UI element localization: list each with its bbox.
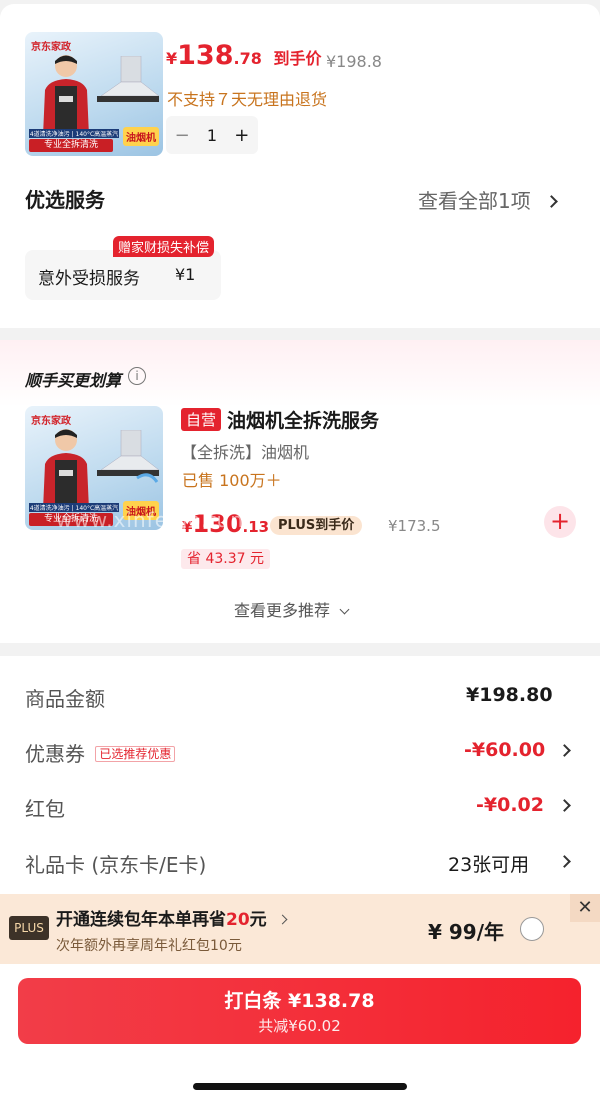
bundle-title: 顺手买更划算	[25, 371, 122, 390]
bundle-name: 油烟机全拆洗服务	[227, 410, 380, 432]
plus-title-num: 20	[226, 910, 250, 930]
pay-sub: 共减¥60.02	[258, 1017, 341, 1035]
plus-title-pre: 开通连续包年本单再省	[56, 910, 226, 930]
product-image[interactable]: 京东家政 4道清洗净油污 | 140°C高温蒸汽 专业全拆清洗 油烟机	[25, 32, 163, 156]
coupon-tag: 已选推荐优惠	[95, 746, 176, 762]
coupon-row[interactable]: 优惠券 已选推荐优惠	[25, 738, 176, 767]
bundle-name-row[interactable]: 自营 油烟机全拆洗服务	[181, 406, 379, 433]
bundle-original-price: ¥173.5	[388, 517, 441, 535]
currency-symbol: ¥	[166, 49, 178, 68]
quantity-value[interactable]: 1	[207, 126, 217, 145]
bundle-subtitle: 【全拆洗】油烟机	[181, 443, 310, 462]
plus-select-radio[interactable]	[520, 917, 544, 941]
worker-illustration	[43, 429, 89, 510]
save-amount: 省 43.37 元	[181, 549, 270, 569]
bundle-image-brand: 京东家政	[31, 416, 71, 427]
plus-title: 开通连续包年本单再省20元	[56, 905, 288, 930]
redpack-value: -¥0.02	[476, 794, 544, 816]
coupon-value: -¥60.00	[464, 739, 546, 761]
plus-subtitle: 次年额外再享周年礼红包10元	[56, 938, 242, 954]
price-note: 到手价	[273, 49, 322, 68]
minus-button[interactable]: −	[175, 125, 190, 146]
pay-button[interactable]: 打白条 ¥138.78 共减¥60.02	[18, 978, 581, 1044]
save-row: 省 43.37 元	[181, 548, 270, 569]
worker-illustration	[43, 55, 89, 136]
view-all-label: 查看全部1项	[418, 189, 531, 213]
chevron-right-icon	[277, 914, 288, 925]
quantity-stepper: − 1 +	[166, 116, 258, 154]
bundle-price-decimal: .13	[242, 518, 270, 536]
service-badge: 赠家财损失补偿	[113, 236, 215, 257]
giftcard-label: 礼品卡 (京东卡/E卡)	[25, 853, 207, 877]
view-all-services-link[interactable]: 查看全部1项	[418, 185, 558, 214]
plus-price: ¥ 99/年	[428, 920, 505, 944]
bundle-sold: 已售 100万＋	[182, 471, 282, 490]
range-hood-illustration	[97, 56, 159, 102]
watermark: www.xinfeigo.fun	[56, 508, 244, 532]
service-item-price: ¥1	[175, 265, 196, 284]
pay-label: 打白条 ¥138.78	[224, 990, 375, 1012]
plus-logo: PLUS	[9, 916, 49, 940]
close-icon[interactable]: ✕	[570, 894, 600, 922]
product-price: ¥138.78 到手价	[166, 40, 321, 71]
service-item-name: 意外受损服务	[38, 269, 140, 289]
view-more-recommend[interactable]: 查看更多推荐	[234, 597, 350, 621]
price-integer: 138	[177, 40, 234, 71]
price-decimal: .78	[233, 49, 262, 68]
return-note: 不支持７天无理由退货	[167, 90, 328, 109]
image-tiny-text: 4道清洗净油污 | 140°C高温蒸汽	[29, 129, 119, 138]
plus-price-badge: PLUS到手价	[270, 514, 363, 535]
chevron-right-icon	[545, 195, 558, 208]
chevron-down-icon	[339, 604, 350, 615]
plus-button[interactable]: +	[234, 125, 249, 146]
image-brand: 京东家政	[31, 42, 71, 53]
add-bundle-button[interactable]: +	[544, 506, 576, 538]
image-tag: 油烟机	[123, 127, 159, 146]
giftcard-value: 23张可用	[448, 854, 530, 876]
redpack-label: 红包	[25, 797, 65, 821]
service-title: 优选服务	[25, 188, 105, 212]
info-icon[interactable]: i	[128, 367, 146, 385]
goods-amount-value: ¥198.80	[466, 684, 553, 706]
image-strip: 专业全拆清洗	[29, 139, 113, 152]
plus-price-label: PLUS到手价	[270, 516, 363, 535]
service-option-accident[interactable]: 意外受损服务 ¥1	[25, 250, 221, 300]
plus-title-post: 元	[249, 910, 267, 930]
coupon-label: 优惠券	[25, 742, 85, 766]
range-hood-illustration	[97, 430, 159, 483]
view-more-label: 查看更多推荐	[234, 601, 331, 620]
self-operated-tag: 自营	[181, 408, 222, 431]
goods-amount-label: 商品金额	[25, 687, 105, 711]
original-price: ¥198.8	[326, 52, 382, 71]
home-indicator	[193, 1083, 407, 1090]
